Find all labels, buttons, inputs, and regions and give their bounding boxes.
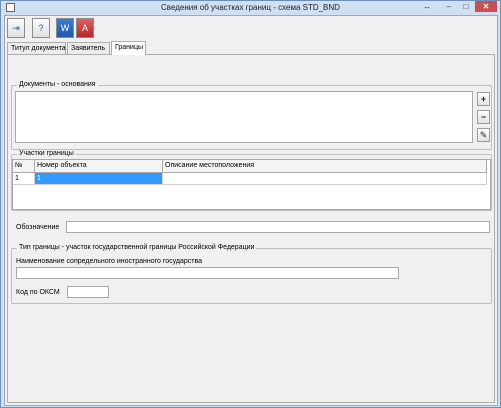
table-cell-description[interactable] [163, 173, 487, 185]
pdf-icon: A [81, 23, 88, 33]
column-header-description[interactable]: Описание местоположения [163, 160, 487, 173]
pencil-icon: ✎ [479, 130, 488, 140]
word-icon: W [60, 23, 70, 33]
minimize-button[interactable]: – [442, 1, 456, 13]
minus-icon: − [480, 112, 487, 122]
exit-icon: ⇥ [12, 23, 20, 33]
tab-page-borders: Документы - основания + − ✎ Участки гран… [7, 54, 495, 403]
neighbor-state-label: Наименование сопредельного иностранного … [16, 258, 203, 265]
tab-borders[interactable]: Границы [111, 41, 146, 55]
plus-icon: + [480, 94, 487, 104]
close-button[interactable]: ✕ [475, 1, 497, 12]
neighbor-state-field[interactable] [16, 267, 399, 279]
edit-document-button[interactable]: ✎ [477, 128, 490, 142]
border-type-group-label: Тип границы - участок государственной гр… [17, 244, 257, 251]
column-header-object-number[interactable]: Номер объекта [35, 160, 163, 173]
column-header-num[interactable]: № [13, 160, 35, 173]
export-word-button[interactable]: W [56, 18, 74, 38]
oksm-code-field[interactable] [67, 286, 109, 298]
table-cell-object-number[interactable]: 1 [35, 173, 163, 185]
oksm-code-label: Код по ОКСМ [16, 289, 60, 296]
sections-group: Участки границы № Номер объекта Описание… [11, 150, 492, 211]
toolbar: ⇥ ? W A [7, 18, 107, 40]
border-type-group: Тип границы - участок государственной гр… [11, 244, 492, 304]
documents-group: Документы - основания + − ✎ [11, 81, 492, 150]
exit-button[interactable]: ⇥ [7, 18, 25, 38]
help-button[interactable]: ? [32, 18, 50, 38]
sections-grid[interactable]: № Номер объекта Описание местоположения … [12, 159, 491, 210]
designation-label: Обозначение [16, 224, 60, 231]
resize-icon[interactable]: ↔ [421, 1, 433, 13]
maximize-button[interactable]: □ [459, 1, 473, 13]
remove-document-button[interactable]: − [477, 110, 490, 124]
help-icon: ? [38, 23, 44, 33]
title-bar[interactable]: Сведения об участках границ - схема STD_… [1, 1, 500, 15]
documents-list[interactable] [15, 91, 473, 143]
documents-group-label: Документы - основания [17, 81, 98, 88]
designation-field[interactable] [66, 221, 490, 233]
client-area: ⇥ ? W A Титул документа Заявитель Границ… [4, 15, 498, 406]
app-window: Сведения об участках границ - схема STD_… [0, 0, 501, 408]
sections-group-label: Участки границы [17, 150, 76, 157]
add-document-button[interactable]: + [477, 92, 490, 106]
table-cell-num[interactable]: 1 [13, 173, 35, 185]
export-pdf-button[interactable]: A [76, 18, 94, 38]
